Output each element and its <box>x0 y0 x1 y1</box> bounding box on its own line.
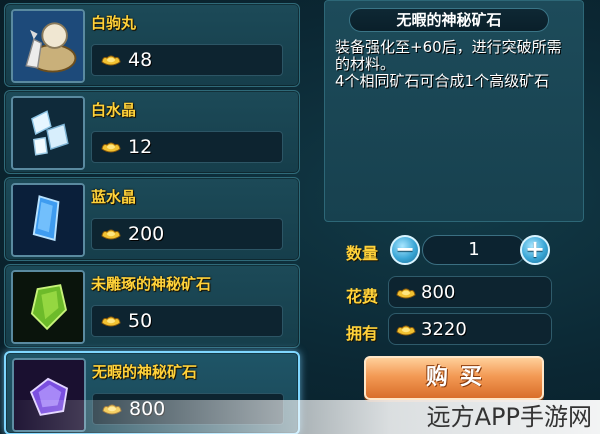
gold-ingot-icon <box>396 325 416 336</box>
list-item[interactable]: 未雕琢的神秘矿石 50 <box>4 264 300 348</box>
item-description: 装备强化至+60后，进行突破所需的材料。 4个相同矿石可合成1个高级矿石 <box>335 39 571 90</box>
quantity-field[interactable]: 1 <box>422 235 526 265</box>
item-price-box: 12 <box>91 131 283 163</box>
list-item[interactable]: 白驹丸 48 <box>4 3 300 87</box>
item-name: 无暇的神秘矿石 <box>92 363 198 381</box>
description-line: 4个相同矿石可合成1个高级矿石 <box>335 72 550 90</box>
decrease-quantity-button[interactable]: − <box>390 235 420 265</box>
gold-ingot-icon <box>396 288 416 299</box>
item-name: 白水晶 <box>91 101 137 119</box>
gold-ingot-icon <box>101 229 121 240</box>
cost-label: 花费 <box>346 287 379 306</box>
owned-value: 3220 <box>421 319 467 340</box>
item-price-box: 50 <box>91 305 283 337</box>
item-price: 200 <box>128 223 165 245</box>
description-panel: 无暇的神秘矿石 装备强化至+60后，进行突破所需的材料。 4个相同矿石可合成1个… <box>324 0 584 222</box>
green-ore-icon <box>11 270 85 344</box>
list-item[interactable]: 白水晶 12 <box>4 90 300 174</box>
increase-quantity-button[interactable]: + <box>520 235 550 265</box>
item-price: 12 <box>128 136 153 158</box>
list-item[interactable]: 蓝水晶 200 <box>4 177 300 261</box>
owned-field: 3220 <box>388 313 552 345</box>
item-name: 白驹丸 <box>91 14 137 32</box>
item-price: 50 <box>128 310 153 332</box>
item-price-box: 48 <box>91 44 283 76</box>
item-price: 48 <box>128 49 153 71</box>
cost-field: 800 <box>388 276 552 308</box>
watermark-text: 远方APP手游网 <box>426 403 592 431</box>
item-price-box: 200 <box>91 218 283 250</box>
gold-ingot-icon <box>101 142 121 153</box>
gold-ingot-icon <box>101 55 121 66</box>
item-name: 未雕琢的神秘矿石 <box>91 275 212 293</box>
white-crystal-icon <box>11 96 85 170</box>
gold-ingot-icon <box>101 316 121 327</box>
owned-label: 拥有 <box>346 324 379 343</box>
cost-value: 800 <box>421 282 456 303</box>
buy-button[interactable]: 购买 <box>364 356 544 400</box>
purchase-panel: 无暇的神秘矿石 装备强化至+60后，进行突破所需的材料。 4个相同矿石可合成1个… <box>318 0 600 434</box>
item-detail-title: 无暇的神秘矿石 <box>349 8 549 32</box>
item-name: 蓝水晶 <box>91 188 137 206</box>
blue-crystal-icon <box>11 183 85 257</box>
quantity-label: 数量 <box>346 244 379 263</box>
horse-pill-icon <box>11 9 85 83</box>
description-line: 装备强化至+60后，进行突破所需的材料。 <box>335 38 562 73</box>
